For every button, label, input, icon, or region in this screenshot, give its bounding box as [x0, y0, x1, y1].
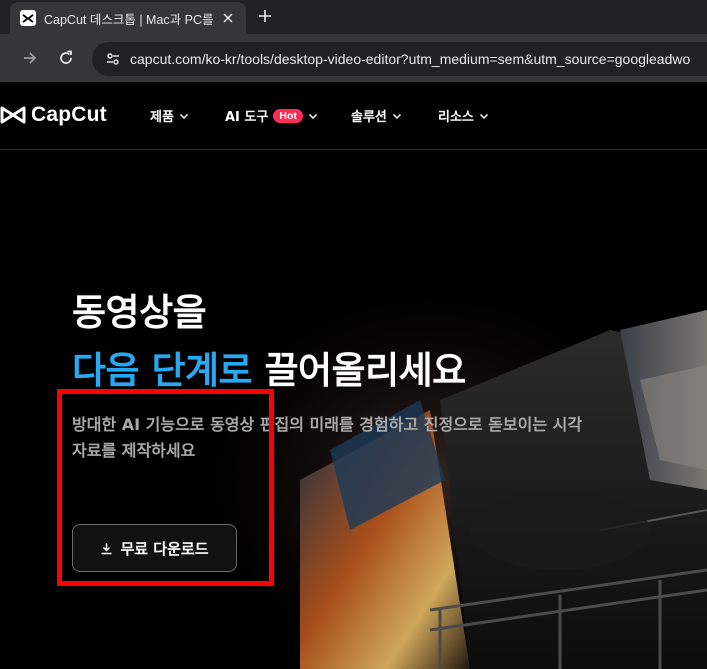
reload-icon[interactable] [54, 46, 78, 70]
nav-label: 리소스 [438, 110, 474, 125]
logo-text: CapCut [31, 103, 107, 126]
site-settings-icon[interactable] [102, 48, 124, 70]
nav-label: 솔루션 [351, 110, 387, 125]
chevron-down-icon [308, 113, 317, 119]
web-page: CapCut 제품 AI 도구 Hot 솔루션 리소스 동영상을 다음 단계로 … [0, 82, 707, 669]
chevron-down-icon [179, 113, 188, 119]
browser-tab-active[interactable]: CapCut 데스크톱 | Mac과 PC를 [10, 2, 246, 34]
browser-toolbar: capcut.com/ko-kr/tools/desktop-video-edi… [0, 34, 707, 82]
capcut-logo[interactable]: CapCut [0, 103, 107, 127]
headline-rest: 끌어올리세요 [252, 349, 466, 392]
nav-item-solutions[interactable]: 솔루션 [351, 106, 402, 125]
hero-subtitle: 방대한 AI 기능으로 동영상 편집의 미래를 경험하고 진정으로 돋보이는 시… [72, 415, 583, 460]
free-download-button[interactable]: 무료 다운로드 [72, 524, 237, 572]
nav-item-resources[interactable]: 리소스 [438, 106, 489, 125]
nav-label: AI 도구 [225, 110, 269, 125]
nav-label: 제품 [150, 110, 174, 125]
nav-item-products[interactable]: 제품 [150, 106, 189, 125]
browser-tab-bar: CapCut 데스크톱 | Mac과 PC를 [0, 0, 707, 34]
url-text: capcut.com/ko-kr/tools/desktop-video-edi… [130, 51, 691, 67]
chevron-down-icon [392, 113, 401, 119]
new-tab-icon[interactable] [254, 5, 276, 27]
capcut-logo-icon [0, 106, 26, 124]
site-header: CapCut 제품 AI 도구 Hot 솔루션 리소스 [0, 82, 707, 150]
hero-headline-line1: 동영상을 [72, 291, 207, 334]
download-icon [101, 542, 112, 554]
forward-arrow-icon[interactable] [18, 46, 42, 70]
tab-title: CapCut 데스크톱 | Mac과 PC를 [44, 12, 214, 27]
hot-badge: Hot [273, 108, 303, 123]
headline-highlight: 다음 단계로 [72, 349, 253, 392]
download-label: 무료 다운로드 [120, 539, 209, 558]
chevron-down-icon [479, 113, 488, 119]
hero-headline-line2: 다음 단계로 끌어올리세요 [72, 340, 466, 394]
capcut-favicon-icon [20, 10, 36, 26]
hero-background-image [0, 150, 707, 669]
close-tab-icon[interactable] [220, 10, 236, 26]
address-bar[interactable]: capcut.com/ko-kr/tools/desktop-video-edi… [92, 42, 707, 76]
nav-item-ai-tools[interactable]: AI 도구 Hot [225, 106, 318, 125]
